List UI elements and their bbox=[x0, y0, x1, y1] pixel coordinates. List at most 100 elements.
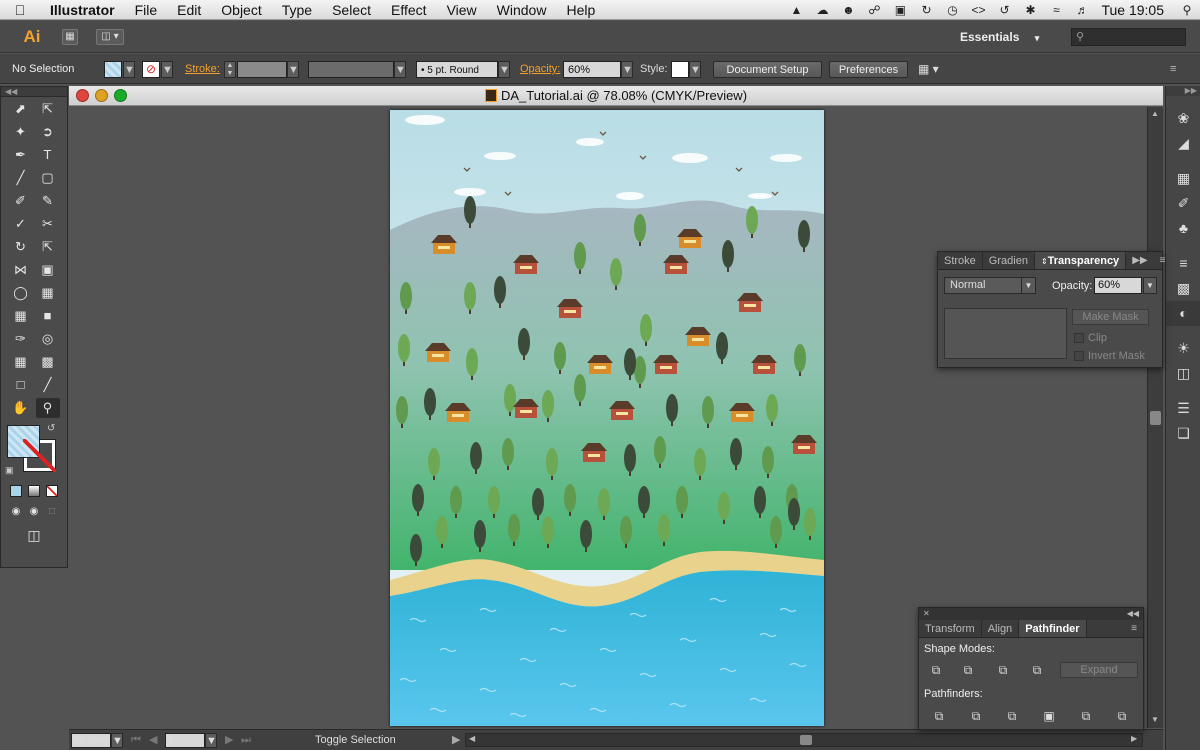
evernote-icon[interactable]: ☻ bbox=[838, 3, 858, 17]
tab-pathfinder[interactable]: Pathfinder bbox=[1019, 620, 1087, 637]
cloud-icon[interactable]: ☁ bbox=[812, 3, 832, 17]
artboard-dropdown-icon[interactable]: ▼ bbox=[205, 733, 217, 748]
type-tool-icon[interactable]: T bbox=[36, 145, 60, 165]
eyedropper-tool-icon[interactable]: ✑ bbox=[9, 329, 33, 349]
menu-file[interactable]: File bbox=[125, 0, 168, 20]
mesh-tool-icon[interactable]: ▦ bbox=[9, 306, 33, 326]
draw-behind-icon[interactable]: ◉ bbox=[26, 502, 42, 522]
workspace-switcher[interactable]: Essentials ▾ bbox=[960, 26, 1060, 48]
minimize-window-button[interactable] bbox=[95, 89, 108, 102]
direct-selection-tool-icon[interactable]: ⇱ bbox=[36, 99, 60, 119]
scroll-right-icon[interactable]: ▶ bbox=[1131, 734, 1137, 743]
brush-definition[interactable]: • 5 pt. Round bbox=[416, 61, 498, 78]
collapse-panel-icon[interactable]: ◀◀ bbox=[1127, 608, 1139, 620]
tab-align[interactable]: Align bbox=[982, 620, 1020, 637]
shape-builder-tool-icon[interactable]: ◯ bbox=[9, 283, 33, 303]
stroke-weight-field[interactable] bbox=[237, 61, 287, 78]
artboard-tool-icon[interactable]: □ bbox=[9, 375, 33, 395]
minus-back-icon[interactable]: ⧉ bbox=[1113, 708, 1131, 724]
scale-tool-icon[interactable]: ⇱ bbox=[36, 237, 60, 257]
symbols-panel-icon[interactable]: ♣ bbox=[1166, 216, 1200, 241]
align-options-icon[interactable]: ▦ ▾ bbox=[918, 61, 939, 78]
bluetooth-icon[interactable]: ✱ bbox=[1020, 3, 1040, 17]
expand-button[interactable]: Expand bbox=[1060, 662, 1138, 678]
spotlight-search-icon[interactable]: ⚲ bbox=[1177, 3, 1197, 17]
rectangle-tool-icon[interactable]: ▢ bbox=[36, 168, 60, 188]
default-fill-stroke-icon[interactable]: ▣ bbox=[5, 465, 14, 476]
clock[interactable]: Tue 19:05 bbox=[1101, 2, 1164, 18]
drive-icon[interactable]: ▲ bbox=[786, 3, 806, 17]
first-artboard-icon[interactable]: ⏮ bbox=[131, 733, 141, 748]
pencil-tool-icon[interactable]: ✎ bbox=[36, 191, 60, 211]
fill-swatch[interactable] bbox=[104, 61, 122, 78]
opacity-field[interactable]: 60% bbox=[563, 61, 621, 78]
vertical-scroll-thumb[interactable] bbox=[1150, 411, 1161, 425]
rotate-tool-icon[interactable]: ↻ bbox=[9, 237, 33, 257]
divide-icon[interactable]: ⧉ bbox=[930, 708, 948, 724]
opacity-dropdown-icon[interactable]: ▼ bbox=[621, 61, 633, 78]
close-window-button[interactable] bbox=[76, 89, 89, 102]
paintbrush-tool-icon[interactable]: ✐ bbox=[9, 191, 33, 211]
color-guide-panel-icon[interactable]: ◢ bbox=[1166, 131, 1200, 156]
slice-tool-icon[interactable]: ╱ bbox=[36, 375, 60, 395]
tab-stroke[interactable]: Stroke bbox=[938, 252, 983, 269]
symbol-sprayer-tool-icon[interactable]: ▦ bbox=[9, 352, 33, 372]
bridge-icon[interactable]: ▦ bbox=[62, 29, 78, 45]
selection-tool-icon[interactable]: ⬈ bbox=[9, 99, 33, 119]
tools-panel-grip[interactable]: ◀◀ bbox=[1, 87, 67, 97]
appearance-panel-icon[interactable]: ☀ bbox=[1166, 336, 1200, 361]
pen-tool-icon[interactable]: ✒ bbox=[9, 145, 33, 165]
zoom-tool-icon[interactable]: ⚲ bbox=[35, 397, 60, 418]
variable-width-profile[interactable] bbox=[308, 61, 394, 78]
tab-transform[interactable]: Transform bbox=[919, 620, 982, 637]
menu-window[interactable]: Window bbox=[487, 0, 557, 20]
panel-opacity-field[interactable]: 60% bbox=[1094, 277, 1142, 294]
stroke-label-link[interactable]: Stroke: bbox=[185, 61, 220, 78]
draw-inside-icon[interactable]: □ bbox=[44, 502, 60, 522]
hand-tool-icon[interactable]: ✋ bbox=[9, 398, 33, 418]
menu-help[interactable]: Help bbox=[556, 0, 605, 20]
wifi-icon[interactable]: ≈ bbox=[1046, 3, 1066, 17]
menu-edit[interactable]: Edit bbox=[167, 0, 211, 20]
intersect-icon[interactable]: ⧉ bbox=[994, 662, 1012, 678]
style-dropdown-icon[interactable]: ▼ bbox=[689, 61, 701, 78]
outline-icon[interactable]: ⧉ bbox=[1077, 708, 1095, 724]
gradient-tool-icon[interactable]: ■ bbox=[36, 306, 60, 326]
stroke-swatch[interactable]: ⊘ bbox=[142, 61, 160, 78]
graphic-style-swatch[interactable] bbox=[671, 61, 689, 78]
swatches-panel-icon[interactable]: ▦ bbox=[1166, 166, 1200, 191]
make-mask-button[interactable]: Make Mask bbox=[1072, 309, 1149, 325]
pathfinder-panel-menu-icon[interactable]: ≡ bbox=[1125, 620, 1143, 637]
sync-icon[interactable]: ↻ bbox=[916, 3, 936, 17]
panel-opacity-dropdown-icon[interactable]: ▼ bbox=[1143, 277, 1157, 294]
opacity-label-link[interactable]: Opacity: bbox=[520, 61, 560, 78]
blend-tool-icon[interactable]: ◎ bbox=[36, 329, 60, 349]
menu-app-name[interactable]: Illustrator bbox=[40, 0, 125, 20]
profile-dropdown-icon[interactable]: ▼ bbox=[394, 61, 406, 78]
none-mode-button[interactable] bbox=[46, 485, 58, 497]
help-search-input[interactable]: ⚲ bbox=[1071, 28, 1186, 46]
gradient-panel-icon[interactable]: ▩ bbox=[1166, 276, 1200, 301]
dock-grip[interactable]: ▶▶ bbox=[1166, 86, 1200, 96]
zoom-level-field[interactable]: 78.08% bbox=[71, 733, 111, 748]
artboards-panel-icon[interactable]: ❏ bbox=[1166, 421, 1200, 446]
swap-fill-stroke-icon[interactable]: ↺ bbox=[47, 423, 55, 434]
line-segment-tool-icon[interactable]: ╱ bbox=[9, 168, 33, 188]
history-icon[interactable]: ↺ bbox=[994, 3, 1014, 17]
crop-icon[interactable]: ▣ bbox=[1040, 708, 1058, 724]
gradient-mode-button[interactable] bbox=[28, 485, 40, 497]
panel-collapse-icon[interactable]: ▶▶ bbox=[1126, 252, 1153, 269]
blend-mode-select[interactable]: Normal ▼ bbox=[944, 277, 1036, 294]
scissors-tool-icon[interactable]: ✂ bbox=[36, 214, 60, 234]
volume-icon[interactable]: ♬ bbox=[1072, 3, 1092, 17]
horizontal-scroll-thumb[interactable] bbox=[800, 735, 812, 745]
trim-icon[interactable]: ⧉ bbox=[967, 708, 985, 724]
perspective-grid-tool-icon[interactable]: ▦ bbox=[36, 283, 60, 303]
scroll-up-icon[interactable]: ▲ bbox=[1151, 109, 1159, 118]
width-tool-icon[interactable]: ⋈ bbox=[9, 260, 33, 280]
document-setup-button[interactable]: Document Setup bbox=[713, 61, 822, 78]
stroke-weight-stepper[interactable]: ▲ ▼ bbox=[224, 61, 236, 78]
exclude-icon[interactable]: ⧉ bbox=[1028, 662, 1046, 678]
scroll-left-icon[interactable]: ◀ bbox=[469, 734, 475, 743]
menu-object[interactable]: Object bbox=[211, 0, 271, 20]
